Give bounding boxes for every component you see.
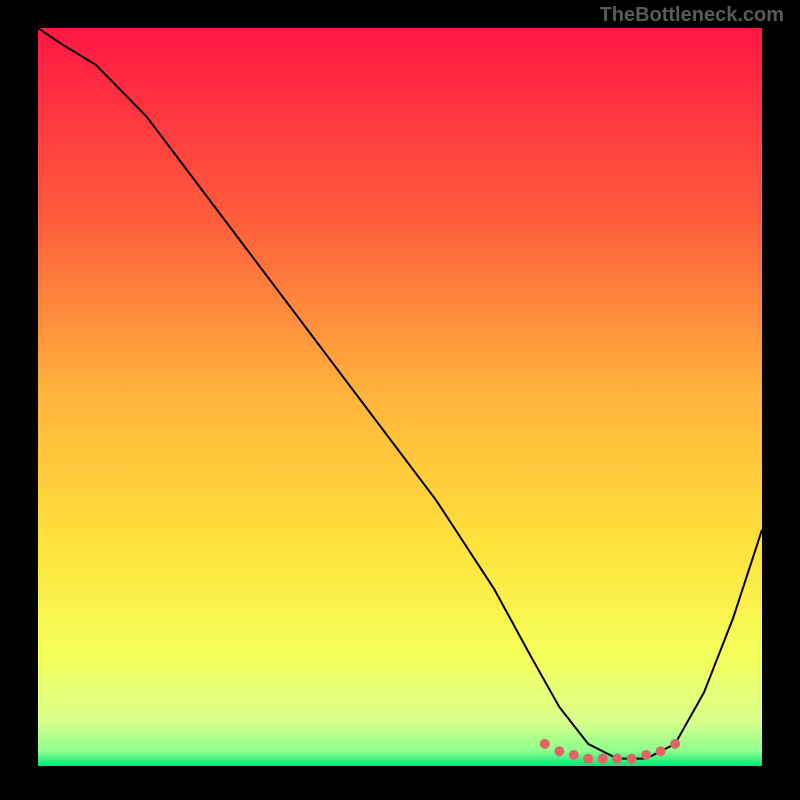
markers-group bbox=[540, 739, 680, 764]
marker-point bbox=[598, 754, 608, 764]
curve-layer bbox=[38, 28, 762, 766]
marker-point bbox=[540, 739, 550, 749]
marker-point bbox=[641, 750, 651, 760]
marker-point bbox=[656, 746, 666, 756]
marker-point bbox=[670, 739, 680, 749]
marker-point bbox=[554, 746, 564, 756]
marker-point bbox=[612, 754, 622, 764]
marker-point bbox=[583, 754, 593, 764]
main-curve bbox=[38, 28, 762, 759]
marker-point bbox=[569, 750, 579, 760]
watermark-text: TheBottleneck.com bbox=[600, 4, 784, 27]
plot-area bbox=[38, 28, 762, 766]
marker-point bbox=[627, 754, 637, 764]
